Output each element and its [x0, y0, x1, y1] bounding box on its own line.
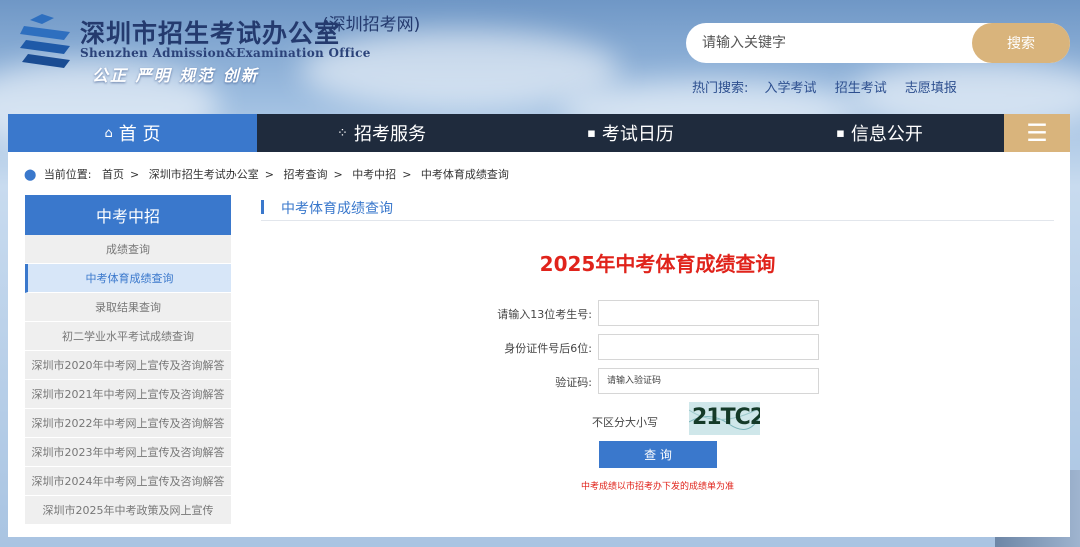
query-button[interactable]: 查 询 — [599, 441, 717, 468]
main-nav: ⌂ 首 页 ⁘ 招考服务 ▪ 考试日历 ▪ 信息公开 ☰ — [8, 114, 1070, 152]
nav-item-label: 考试日历 — [601, 124, 674, 145]
content-panel: ⬤ 当前位置: 首页 > 深圳市招生考试办公室 > 招考查询 > 中考中招 > 中考体育… — [8, 152, 1070, 537]
nav-item-calendar[interactable]: ▪ 考试日历 — [506, 114, 755, 152]
hot-search-term[interactable]: 招生考试 — [835, 81, 887, 96]
nav-item-services[interactable]: ⁘ 招考服务 — [257, 114, 506, 152]
breadcrumb-separator: > — [130, 168, 140, 181]
breadcrumb-separator: > — [402, 168, 412, 181]
sidebar-item[interactable]: 深圳市2021年中考网上宣传及咨询解答 — [25, 380, 231, 409]
sidebar-item[interactable]: 初二学业水平考试成绩查询 — [25, 322, 231, 351]
breadcrumb-separator: > — [264, 168, 274, 181]
case-insensitive-note: 不区分大小写 — [592, 416, 658, 429]
sidebar: 中考中招 成绩查询 中考体育成绩查询 录取结果查询 初二学业水平考试成绩查询 深… — [25, 195, 231, 525]
captcha-input[interactable] — [598, 368, 819, 394]
captcha-text: 21TC28 — [692, 405, 760, 430]
hamburger-icon: ☰ — [1026, 119, 1048, 147]
document-icon: ▪ — [836, 125, 845, 141]
logo-mark-icon — [20, 14, 70, 68]
breadcrumb-current: 中考体育成绩查询 — [420, 168, 509, 181]
sidebar-item[interactable]: 成绩查询 — [25, 235, 231, 264]
breadcrumb-item[interactable]: 深圳市招生考试办公室 — [149, 168, 259, 181]
hot-search-term[interactable]: 入学考试 — [765, 81, 817, 96]
site-slogan: 公正 严明 规范 创新 — [92, 66, 259, 85]
exam-number-label: 请输入13位考生号: — [497, 308, 592, 321]
sidebar-item[interactable]: 深圳市2023年中考网上宣传及咨询解答 — [25, 438, 231, 467]
breadcrumb-item[interactable]: 中考中招 — [352, 168, 396, 181]
sidebar-item[interactable]: 深圳市2025年中考政策及网上宣传 — [25, 496, 231, 525]
section-header: 中考体育成绩查询 — [261, 199, 1054, 221]
home-icon: ⌂ — [104, 125, 113, 141]
captcha-image[interactable]: 21TC28 — [689, 402, 760, 435]
calendar-icon: ▪ — [587, 125, 596, 141]
hot-search-label: 热门搜索: — [692, 81, 749, 96]
section-marker — [261, 200, 264, 214]
location-pin-icon: ⬤ — [24, 168, 37, 181]
sidebar-item[interactable]: 深圳市2022年中考网上宣传及咨询解答 — [25, 409, 231, 438]
search-button[interactable]: 搜索 — [972, 23, 1070, 63]
breadcrumb-label: 当前位置: — [43, 168, 92, 181]
sidebar-item[interactable]: 深圳市2020年中考网上宣传及咨询解答 — [25, 351, 231, 380]
section-title: 中考体育成绩查询 — [281, 201, 393, 217]
hot-search-term[interactable]: 志愿填报 — [905, 81, 957, 96]
site-logo[interactable]: 深圳市招生考试办公室 Shenzhen Admission&Examinatio… — [20, 10, 370, 100]
nav-item-label: 招考服务 — [353, 124, 426, 145]
sidebar-item[interactable]: 深圳市2024年中考网上宣传及咨询解答 — [25, 467, 231, 496]
sidebar-title: 中考中招 — [25, 195, 231, 235]
breadcrumb-separator: > — [333, 168, 343, 181]
nav-item-label: 信息公开 — [850, 124, 923, 145]
hot-search: 热门搜索: 入学考试 招生考试 志愿填报 — [692, 77, 971, 96]
nav-item-home[interactable]: ⌂ 首 页 — [8, 114, 257, 152]
id-last6-input[interactable] — [598, 334, 819, 360]
breadcrumb: ⬤ 当前位置: 首页 > 深圳市招生考试办公室 > 招考查询 > 中考中招 > 中考体育… — [24, 166, 509, 182]
score-notice: 中考成绩以市招考办下发的成绩单为准 — [580, 482, 734, 492]
site-subtitle: (深圳招考网) — [322, 15, 421, 35]
captcha-label: 验证码: — [555, 376, 592, 389]
id-last6-label: 身份证件号后6位: — [504, 342, 592, 355]
search-box: 搜索 — [686, 23, 1070, 63]
breadcrumb-item[interactable]: 招考查询 — [283, 168, 327, 181]
grid-icon: ⁘ — [337, 125, 348, 141]
sidebar-item[interactable]: 录取结果查询 — [25, 293, 231, 322]
sidebar-item-active[interactable]: 中考体育成绩查询 — [25, 264, 231, 293]
site-title: 深圳市招生考试办公室 — [80, 19, 341, 48]
site-english-name: Shenzhen Admission&Examination Office — [80, 46, 371, 60]
nav-item-disclosure[interactable]: ▪ 信息公开 — [755, 114, 1004, 152]
nav-item-label: 首 页 — [118, 124, 161, 145]
breadcrumb-item[interactable]: 首页 — [102, 168, 124, 181]
menu-button[interactable]: ☰ — [1004, 114, 1070, 152]
exam-number-input[interactable] — [598, 300, 819, 326]
search-input[interactable] — [686, 23, 976, 63]
query-title: 2025年中考体育成绩查询 — [539, 252, 776, 276]
